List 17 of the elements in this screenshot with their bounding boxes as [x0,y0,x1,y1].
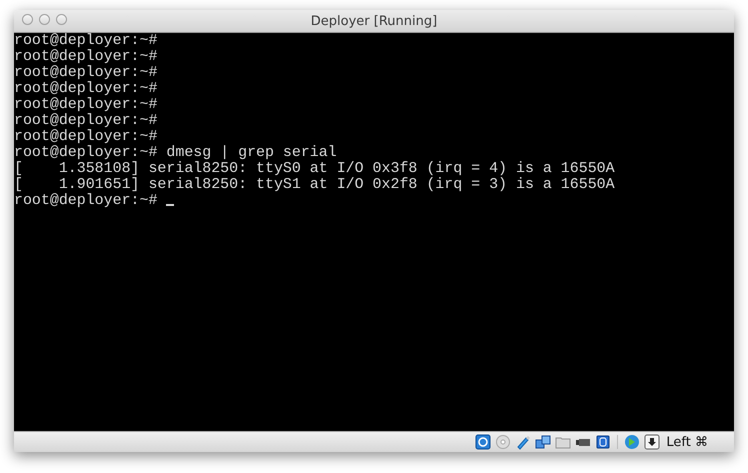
network-icon[interactable] [535,434,552,450]
terminal-line: root@deployer:~# [14,49,158,65]
terminal-line: root@deployer:~# [14,65,158,81]
download-icon[interactable] [644,434,660,450]
terminal-line: [ 1.901651] serial8250: ttyS1 at I/O 0x2f8 (irq = 3) is a 16550A [14,177,615,193]
terminal-line: root@deployer:~# [14,113,158,129]
usb-pen-icon[interactable] [515,434,532,450]
terminal-line: root@deployer:~# [14,193,158,209]
terminal-line: root@deployer:~# [14,129,158,145]
chip-icon[interactable] [595,434,612,450]
terminal-line: root@deployer:~# [14,97,158,113]
terminal-line: root@deployer:~# [14,81,158,97]
terminal-line: root@deployer:~# dmesg | grep serial [14,145,337,161]
terminal-line: root@deployer:~# [14,33,158,49]
window-title: Deployer [Running] [310,14,438,28]
host-key-label: Left ⌘ [666,434,708,450]
terminal-line: [ 1.358108] serial8250: ttyS0 at I/O 0x3f8 (irq = 4) is a 16550A [14,161,615,177]
